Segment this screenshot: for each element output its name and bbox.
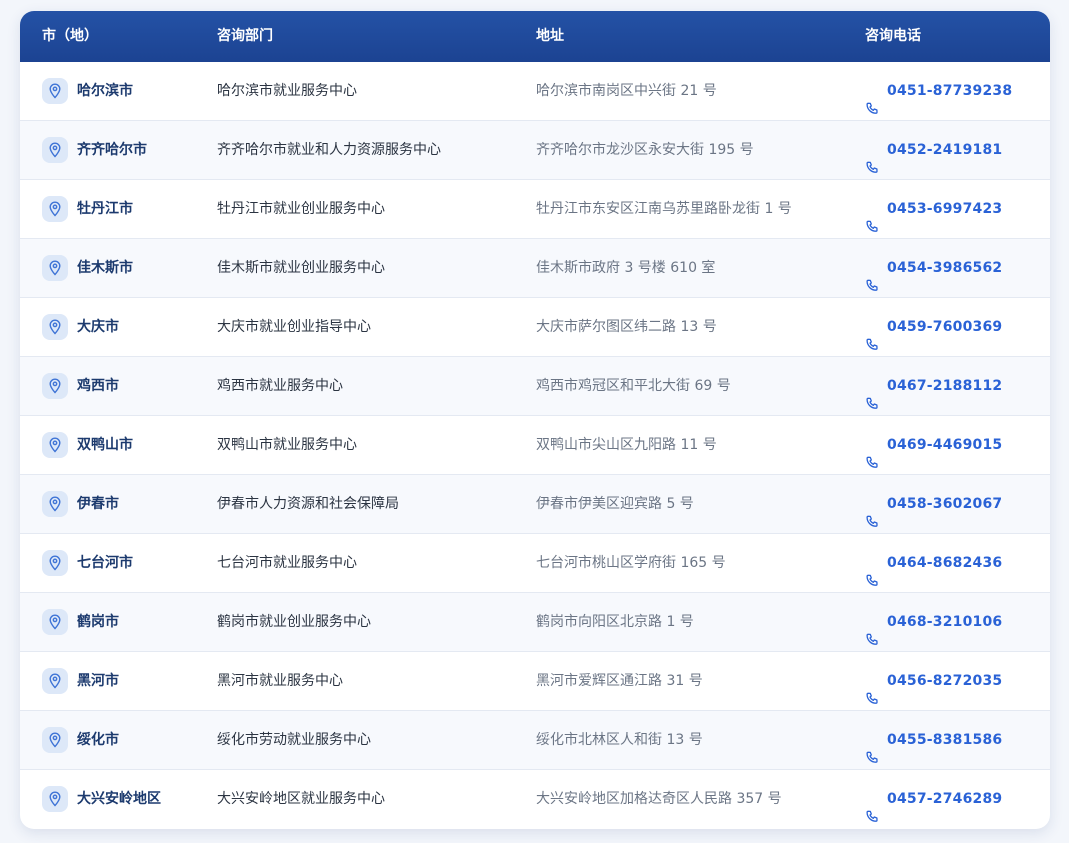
city-name: 七台河市 — [77, 555, 133, 571]
dept-cell: 七台河市就业服务中心 — [217, 555, 357, 571]
table-row: 哈尔滨市 哈尔滨市就业服务中心 哈尔滨市南岗区中兴街 21 号 0451-877392… — [20, 62, 1050, 121]
dept-cell: 鹤岗市就业创业服务中心 — [217, 614, 371, 630]
phone-icon — [865, 497, 880, 527]
city-name: 大庆市 — [77, 319, 119, 335]
map-pin-icon — [42, 314, 68, 340]
phone-icon — [865, 615, 880, 645]
map-pin-icon — [42, 255, 68, 281]
address-cell: 齐齐哈尔市龙沙区永安大街 195 号 — [536, 142, 754, 158]
phone-number[interactable]: 0458-3602067 — [887, 475, 1002, 533]
address-cell: 大兴安岭地区加格达奇区人民路 357 号 — [536, 791, 782, 807]
city-name: 牡丹江市 — [77, 201, 133, 217]
city-name: 哈尔滨市 — [77, 83, 133, 99]
phone-icon — [865, 202, 880, 232]
table-row: 七台河市 七台河市就业服务中心 七台河市桃山区学府街 165 号 0464-86824… — [20, 534, 1050, 593]
address-cell: 绥化市北林区人和街 13 号 — [536, 732, 703, 748]
city-name: 伊春市 — [77, 496, 119, 512]
dept-cell: 齐齐哈尔市就业和人力资源服务中心 — [217, 142, 441, 158]
table-row: 大庆市 大庆市就业创业指导中心 大庆市萨尔图区纬二路 13 号 0459-760036… — [20, 298, 1050, 357]
dept-cell: 伊春市人力资源和社会保障局 — [217, 496, 399, 512]
map-pin-icon — [42, 196, 68, 222]
header-dept: 咨询部门 — [217, 28, 273, 44]
phone-icon — [865, 733, 880, 763]
city-name: 绥化市 — [77, 732, 119, 748]
phone-icon — [865, 261, 880, 291]
city-name: 鹤岗市 — [77, 614, 119, 630]
address-cell: 鸡西市鸡冠区和平北大街 69 号 — [536, 378, 731, 394]
dept-cell: 大兴安岭地区就业服务中心 — [217, 791, 385, 807]
phone-number[interactable]: 0459-7600369 — [887, 298, 1002, 356]
map-pin-icon — [42, 609, 68, 635]
phone-number[interactable]: 0468-3210106 — [887, 593, 1002, 651]
phone-icon — [865, 379, 880, 409]
city-name: 齐齐哈尔市 — [77, 142, 147, 158]
dept-cell: 黑河市就业服务中心 — [217, 673, 343, 689]
map-pin-icon — [42, 786, 68, 812]
header-phone: 咨询电话 — [865, 28, 921, 44]
table-body: 哈尔滨市 哈尔滨市就业服务中心 哈尔滨市南岗区中兴街 21 号 0451-877392… — [20, 62, 1050, 829]
phone-number[interactable]: 0469-4469015 — [887, 416, 1002, 474]
phone-number[interactable]: 0464-8682436 — [887, 534, 1002, 592]
map-pin-icon — [42, 373, 68, 399]
map-pin-icon — [42, 137, 68, 163]
map-pin-icon — [42, 491, 68, 517]
map-pin-icon — [42, 727, 68, 753]
dept-cell: 鸡西市就业服务中心 — [217, 378, 343, 394]
phone-icon — [865, 320, 880, 350]
phone-number[interactable]: 0451-87739238 — [887, 62, 1012, 120]
city-name: 双鸭山市 — [77, 437, 133, 453]
phone-icon — [865, 792, 880, 822]
address-cell: 伊春市伊美区迎宾路 5 号 — [536, 496, 694, 512]
header-city: 市（地） — [42, 28, 98, 44]
table-row: 佳木斯市 佳木斯市就业创业服务中心 佳木斯市政府 3 号楼 610 室 0454-39… — [20, 239, 1050, 298]
phone-number[interactable]: 0453-6997423 — [887, 180, 1002, 238]
address-cell: 牡丹江市东安区江南乌苏里路卧龙街 1 号 — [536, 201, 792, 217]
city-name: 黑河市 — [77, 673, 119, 689]
table-header: 市（地） 咨询部门 地址 咨询电话 — [20, 11, 1050, 62]
map-pin-icon — [42, 432, 68, 458]
city-name: 大兴安岭地区 — [77, 791, 161, 807]
phone-number[interactable]: 0454-3986562 — [887, 239, 1002, 297]
phone-icon — [865, 84, 880, 114]
phone-number[interactable]: 0467-2188112 — [887, 357, 1002, 415]
dept-cell: 哈尔滨市就业服务中心 — [217, 83, 357, 99]
dept-cell: 双鸭山市就业服务中心 — [217, 437, 357, 453]
table-row: 大兴安岭地区 大兴安岭地区就业服务中心 大兴安岭地区加格达奇区人民路 357 号 04… — [20, 770, 1050, 829]
header-address: 地址 — [536, 28, 564, 44]
address-cell: 佳木斯市政府 3 号楼 610 室 — [536, 260, 716, 276]
address-cell: 鹤岗市向阳区北京路 1 号 — [536, 614, 694, 630]
dept-cell: 佳木斯市就业创业服务中心 — [217, 260, 385, 276]
phone-icon — [865, 674, 880, 704]
phone-icon — [865, 143, 880, 173]
city-name: 佳木斯市 — [77, 260, 133, 276]
address-cell: 七台河市桃山区学府街 165 号 — [536, 555, 726, 571]
consultation-table: 市（地） 咨询部门 地址 咨询电话 哈尔滨市 哈尔滨市就业服务中心 哈尔滨市南岗区中… — [20, 11, 1050, 829]
phone-number[interactable]: 0452-2419181 — [887, 121, 1002, 179]
dept-cell: 牡丹江市就业创业服务中心 — [217, 201, 385, 217]
table-row: 牡丹江市 牡丹江市就业创业服务中心 牡丹江市东安区江南乌苏里路卧龙街 1 号 0453… — [20, 180, 1050, 239]
table-row: 伊春市 伊春市人力资源和社会保障局 伊春市伊美区迎宾路 5 号 0458-360206… — [20, 475, 1050, 534]
table-row: 鸡西市 鸡西市就业服务中心 鸡西市鸡冠区和平北大街 69 号 0467-2188112 — [20, 357, 1050, 416]
city-name: 鸡西市 — [77, 378, 119, 394]
table-row: 双鸭山市 双鸭山市就业服务中心 双鸭山市尖山区九阳路 11 号 0469-446901… — [20, 416, 1050, 475]
address-cell: 双鸭山市尖山区九阳路 11 号 — [536, 437, 717, 453]
dept-cell: 大庆市就业创业指导中心 — [217, 319, 371, 335]
table-row: 绥化市 绥化市劳动就业服务中心 绥化市北林区人和街 13 号 0455-8381586 — [20, 711, 1050, 770]
address-cell: 大庆市萨尔图区纬二路 13 号 — [536, 319, 717, 335]
table-row: 齐齐哈尔市 齐齐哈尔市就业和人力资源服务中心 齐齐哈尔市龙沙区永安大街 195 号 0… — [20, 121, 1050, 180]
address-cell: 黑河市爱辉区通江路 31 号 — [536, 673, 703, 689]
phone-number[interactable]: 0457-2746289 — [887, 770, 1002, 828]
map-pin-icon — [42, 550, 68, 576]
table-row: 黑河市 黑河市就业服务中心 黑河市爱辉区通江路 31 号 0456-8272035 — [20, 652, 1050, 711]
phone-number[interactable]: 0455-8381586 — [887, 711, 1002, 769]
phone-icon — [865, 556, 880, 586]
table-row: 鹤岗市 鹤岗市就业创业服务中心 鹤岗市向阳区北京路 1 号 0468-3210106 — [20, 593, 1050, 652]
map-pin-icon — [42, 668, 68, 694]
phone-icon — [865, 438, 880, 468]
map-pin-icon — [42, 78, 68, 104]
phone-number[interactable]: 0456-8272035 — [887, 652, 1002, 710]
address-cell: 哈尔滨市南岗区中兴街 21 号 — [536, 83, 717, 99]
dept-cell: 绥化市劳动就业服务中心 — [217, 732, 371, 748]
